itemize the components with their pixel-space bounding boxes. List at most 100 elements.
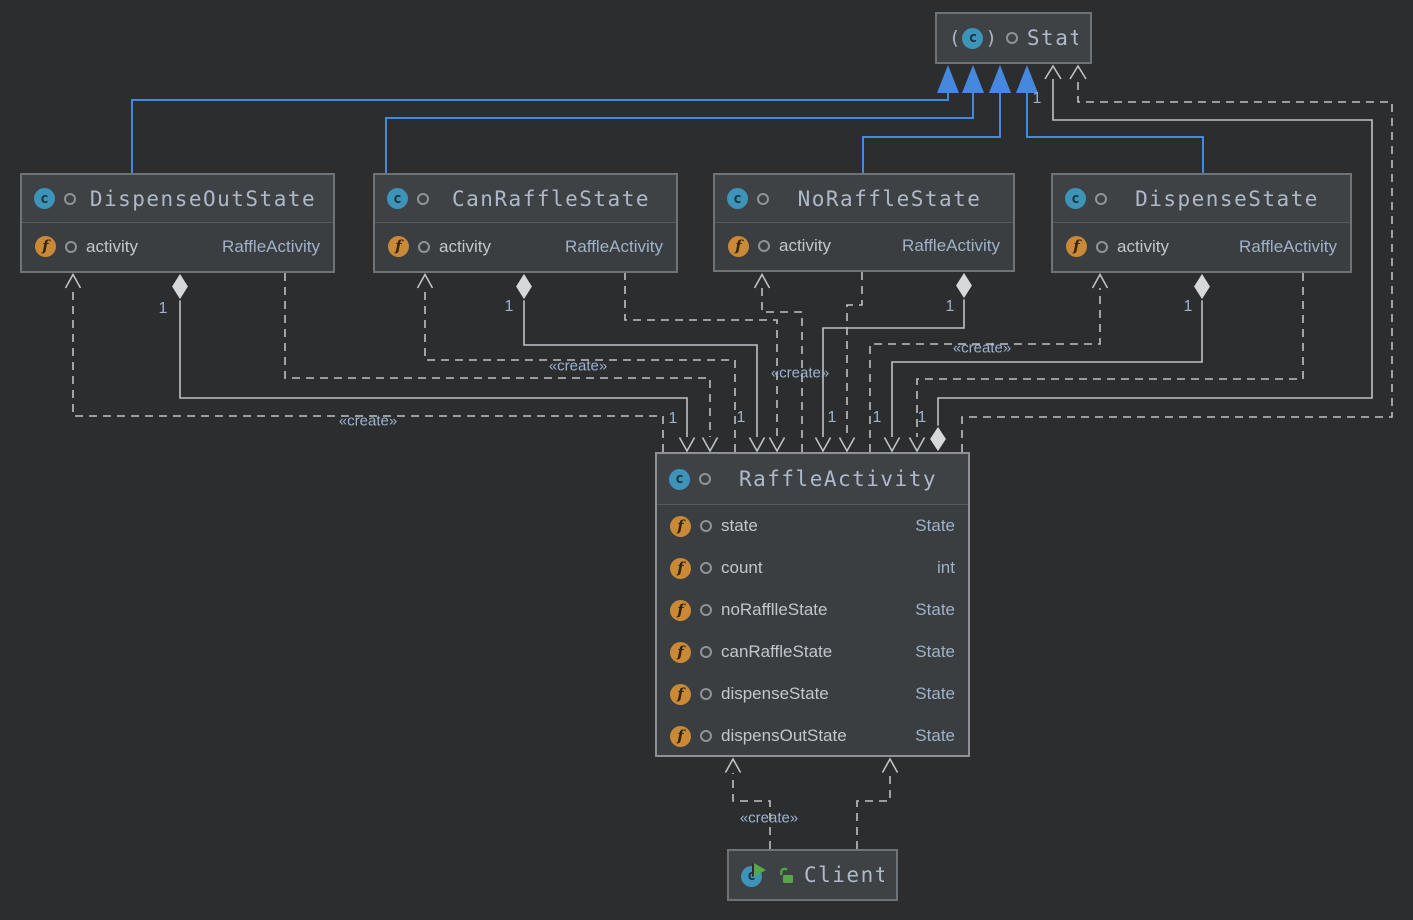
open-arrowhead-icon bbox=[885, 438, 900, 452]
field-type: State bbox=[915, 726, 955, 746]
class-node-dispenseoutstate[interactable]: c DispenseOutState f activity RaffleActi… bbox=[20, 173, 335, 273]
class-icon: c bbox=[962, 28, 983, 49]
field-type: State bbox=[915, 642, 955, 662]
field-type: RaffleActivity bbox=[1239, 237, 1337, 257]
create-label: «create» bbox=[549, 358, 607, 375]
inheritance-arrowhead-icon bbox=[937, 65, 959, 93]
visibility-icon bbox=[700, 520, 712, 532]
field-row: f state State bbox=[657, 505, 968, 547]
field-icon: f bbox=[670, 516, 691, 537]
field-type: RaffleActivity bbox=[565, 237, 663, 257]
field-icon: f bbox=[670, 684, 691, 705]
open-arrowhead-icon bbox=[1070, 66, 1086, 79]
field-row: f dispensOutState State bbox=[657, 715, 968, 757]
field-name: canRaffleState bbox=[721, 642, 832, 662]
field-icon: f bbox=[670, 600, 691, 621]
class-title: NoRaffleState bbox=[778, 187, 1001, 211]
field-type: State bbox=[915, 516, 955, 536]
open-arrowhead-icon bbox=[883, 759, 898, 773]
create-label: «create» bbox=[771, 365, 829, 382]
multiplicity-label: 1 bbox=[669, 410, 678, 428]
open-arrowhead-icon bbox=[770, 438, 785, 452]
multiplicity-label: 1 bbox=[159, 300, 168, 318]
aggregation-diamond-icon bbox=[1194, 273, 1211, 300]
uml-diagram-canvas: ( c ) State c DispenseOutState f activit… bbox=[0, 0, 1413, 920]
visibility-icon bbox=[417, 193, 429, 205]
field-type: State bbox=[915, 600, 955, 620]
field-row: f activity RaffleActivity bbox=[1053, 223, 1350, 270]
aggregation-diamond-icon bbox=[930, 426, 947, 452]
open-arrowhead-icon bbox=[910, 438, 925, 452]
class-title: DispenseState bbox=[1116, 187, 1338, 211]
field-type: RaffleActivity bbox=[902, 236, 1000, 256]
create-label: «create» bbox=[740, 810, 798, 827]
class-title: Client bbox=[804, 863, 884, 887]
field-row: f count int bbox=[657, 547, 968, 589]
open-arrowhead-icon bbox=[1045, 66, 1061, 79]
class-header: c Client bbox=[729, 851, 896, 899]
field-type: State bbox=[915, 684, 955, 704]
class-header: c CanRaffleState bbox=[375, 175, 676, 223]
class-node-dispensestate[interactable]: c DispenseState f activity RaffleActivit… bbox=[1051, 173, 1352, 273]
multiplicity-label: 1 bbox=[828, 409, 837, 427]
multiplicity-label: 1 bbox=[737, 409, 746, 427]
field-name: activity bbox=[86, 237, 138, 257]
field-icon: f bbox=[388, 236, 409, 257]
field-row: f activity RaffleActivity bbox=[375, 223, 676, 270]
edge-inheritance-group bbox=[132, 65, 1203, 175]
aggregation-diamond-icon bbox=[956, 272, 973, 299]
multiplicity-label: 1 bbox=[946, 298, 955, 316]
field-icon: f bbox=[1066, 236, 1087, 257]
field-name: dispensOutState bbox=[721, 726, 847, 746]
run-triangle-icon bbox=[754, 863, 766, 877]
open-arrowhead-icon bbox=[1093, 275, 1108, 289]
class-title: CanRaffleState bbox=[438, 187, 664, 211]
field-name: activity bbox=[1117, 237, 1169, 257]
edge-client-uses-raffleactivity bbox=[857, 773, 890, 849]
open-arrowhead-icon bbox=[755, 275, 770, 289]
visibility-icon bbox=[758, 240, 770, 252]
class-node-canrafflestate[interactable]: c CanRaffleState f activity RaffleActivi… bbox=[373, 173, 678, 273]
class-node-state[interactable]: ( c ) State bbox=[935, 12, 1092, 64]
class-title: DispenseOutState bbox=[85, 187, 321, 211]
inheritance-arrowhead-icon bbox=[989, 65, 1011, 93]
visibility-icon bbox=[700, 562, 712, 574]
field-type: RaffleActivity bbox=[222, 237, 320, 257]
visibility-icon bbox=[757, 193, 769, 205]
class-icon: c bbox=[387, 188, 408, 209]
aggregation-diamond-icon bbox=[516, 273, 533, 300]
open-arrowhead-icon bbox=[703, 438, 718, 452]
edge-canrafflestate-uses-raffleactivity bbox=[625, 272, 777, 437]
open-arrowhead-icon bbox=[726, 759, 741, 773]
multiplicity-label: 1 bbox=[1033, 90, 1042, 108]
field-row: f dispenseState State bbox=[657, 673, 968, 715]
class-icon: c bbox=[34, 188, 55, 209]
visibility-icon bbox=[1096, 241, 1108, 253]
edge-canrafflestate-extends-state bbox=[386, 93, 973, 173]
multiplicity-label: 1 bbox=[505, 298, 514, 316]
field-row: f noRafflleState State bbox=[657, 589, 968, 631]
open-arrowhead-icon bbox=[750, 438, 765, 452]
open-arrowhead-icon bbox=[840, 438, 855, 452]
field-name: state bbox=[721, 516, 758, 536]
class-header: ( c ) State bbox=[937, 14, 1090, 62]
visibility-icon bbox=[1095, 193, 1107, 205]
visibility-icon bbox=[1006, 32, 1018, 44]
class-node-raffleactivity[interactable]: c RaffleActivity f state State f count i… bbox=[655, 452, 970, 757]
class-node-norafflestate[interactable]: c NoRaffleState f activity RaffleActivit… bbox=[713, 173, 1015, 272]
create-label: «create» bbox=[339, 413, 397, 430]
field-type: int bbox=[937, 558, 955, 578]
abstract-paren-icon: ( bbox=[949, 27, 960, 49]
abstract-paren-icon: ) bbox=[985, 27, 996, 49]
field-icon: f bbox=[670, 642, 691, 663]
class-header: c NoRaffleState bbox=[715, 175, 1013, 223]
class-title: RaffleActivity bbox=[720, 467, 956, 491]
field-name: dispenseState bbox=[721, 684, 829, 704]
edge-norafflestate-raffleactivity-assoc bbox=[823, 299, 964, 437]
class-node-client[interactable]: c Client bbox=[727, 849, 898, 901]
create-label: «create» bbox=[953, 340, 1011, 357]
visibility-icon bbox=[700, 730, 712, 742]
class-icon: c bbox=[669, 469, 690, 490]
open-arrowhead-icon bbox=[816, 438, 831, 452]
public-lock-icon bbox=[778, 867, 795, 884]
